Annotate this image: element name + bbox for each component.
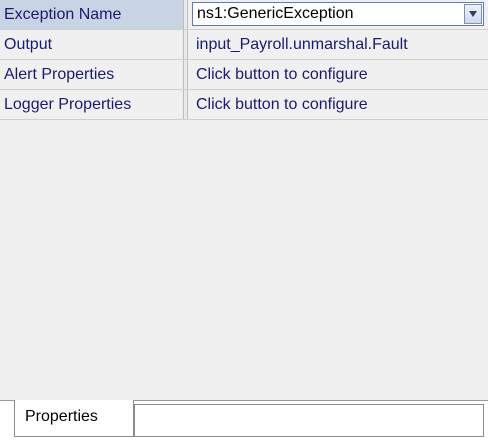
tab-strip-empty-area	[134, 404, 484, 437]
property-name-alert-properties: Alert Properties	[4, 66, 115, 83]
tab-strip: Properties	[0, 400, 488, 440]
column-divider[interactable]	[183, 0, 188, 29]
property-row-output[interactable]: Output input_Payroll.unmarshal.Fault	[0, 30, 488, 60]
exception-name-value: ns1:GenericException	[197, 5, 354, 22]
chevron-down-icon	[469, 11, 477, 17]
property-row-alert-properties[interactable]: Alert Properties Click button to configu…	[0, 60, 488, 90]
property-row-exception-name[interactable]: Exception Name ns1:GenericException	[0, 0, 488, 30]
property-name-output: Output	[4, 36, 53, 53]
alert-properties-configure-button[interactable]: Click button to configure	[188, 60, 488, 89]
exception-name-dropdown[interactable]: ns1:GenericException	[192, 2, 484, 26]
property-grid: Exception Name ns1:GenericException Outp…	[0, 0, 488, 400]
logger-properties-configure-button[interactable]: Click button to configure	[188, 90, 488, 119]
property-value-output[interactable]: input_Payroll.unmarshal.Fault	[188, 30, 488, 59]
dropdown-button[interactable]	[464, 4, 482, 24]
property-row-logger-properties[interactable]: Logger Properties Click button to config…	[0, 90, 488, 120]
properties-panel: Exception Name ns1:GenericException Outp…	[0, 0, 488, 440]
tab-properties[interactable]: Properties	[14, 400, 134, 437]
property-name-logger-properties: Logger Properties	[4, 96, 132, 113]
property-name-exception-name: Exception Name	[0, 0, 183, 29]
